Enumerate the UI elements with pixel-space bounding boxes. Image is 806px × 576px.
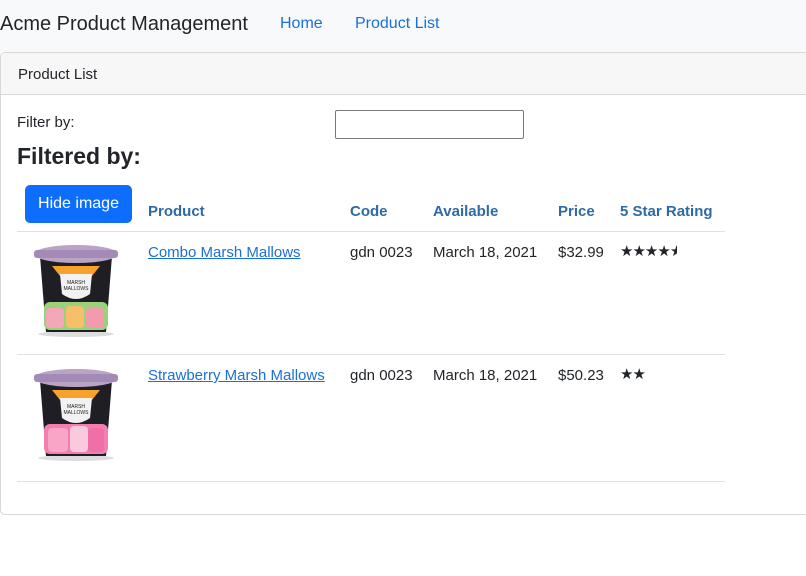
svg-text:MALLOWS: MALLOWS <box>63 410 89 416</box>
nav-home-link[interactable]: Home <box>280 15 323 33</box>
star-icon: ★ <box>632 366 645 383</box>
product-image-marshmallow-tub-icon: MARSH MALLOWS <box>34 369 118 461</box>
table-divider <box>17 354 725 355</box>
product-code: gdn 0023 <box>350 244 413 261</box>
svg-text:MALLOWS: MALLOWS <box>63 286 89 292</box>
filter-input[interactable] <box>335 110 524 139</box>
product-image-marshmallow-tub-icon: MARSH MALLOWS <box>34 245 118 337</box>
card-header-title: Product List <box>18 66 98 83</box>
column-header-rating: 5 Star Rating <box>620 203 713 220</box>
table-divider <box>17 231 725 232</box>
star-rating: ★★★★★ <box>620 242 677 260</box>
product-available: March 18, 2021 <box>433 367 538 384</box>
brand-title[interactable]: Acme Product Management <box>0 13 248 36</box>
column-header-code: Code <box>350 203 388 220</box>
star-icon: ★ <box>620 243 633 260</box>
product-price: $50.23 <box>558 367 604 384</box>
filtered-by-heading: Filtered by: <box>17 143 141 169</box>
star-icon: ★ <box>632 243 645 260</box>
column-header-price: Price <box>558 203 595 220</box>
product-price: $32.99 <box>558 244 604 261</box>
filter-label: Filter by: <box>17 114 75 131</box>
product-available: March 18, 2021 <box>433 244 538 261</box>
product-code: gdn 0023 <box>350 367 413 384</box>
product-link[interactable]: Strawberry Marsh Mallows <box>148 367 325 384</box>
partial-star-icon: ★ <box>669 243 677 260</box>
nav-product-list-link[interactable]: Product List <box>355 15 439 33</box>
product-link[interactable]: Combo Marsh Mallows <box>148 244 301 261</box>
navbar: Acme Product Management Home Product Lis… <box>0 0 806 52</box>
column-header-available: Available <box>433 203 499 220</box>
hide-image-button[interactable]: Hide image <box>25 185 132 223</box>
column-header-product: Product <box>148 203 205 220</box>
table-divider <box>17 481 725 482</box>
star-icon: ★ <box>644 243 658 260</box>
card-header: Product List <box>1 53 806 95</box>
star-rating: ★★ <box>620 365 646 383</box>
star-icon: ★ <box>657 243 670 260</box>
star-icon: ★ <box>620 366 633 383</box>
